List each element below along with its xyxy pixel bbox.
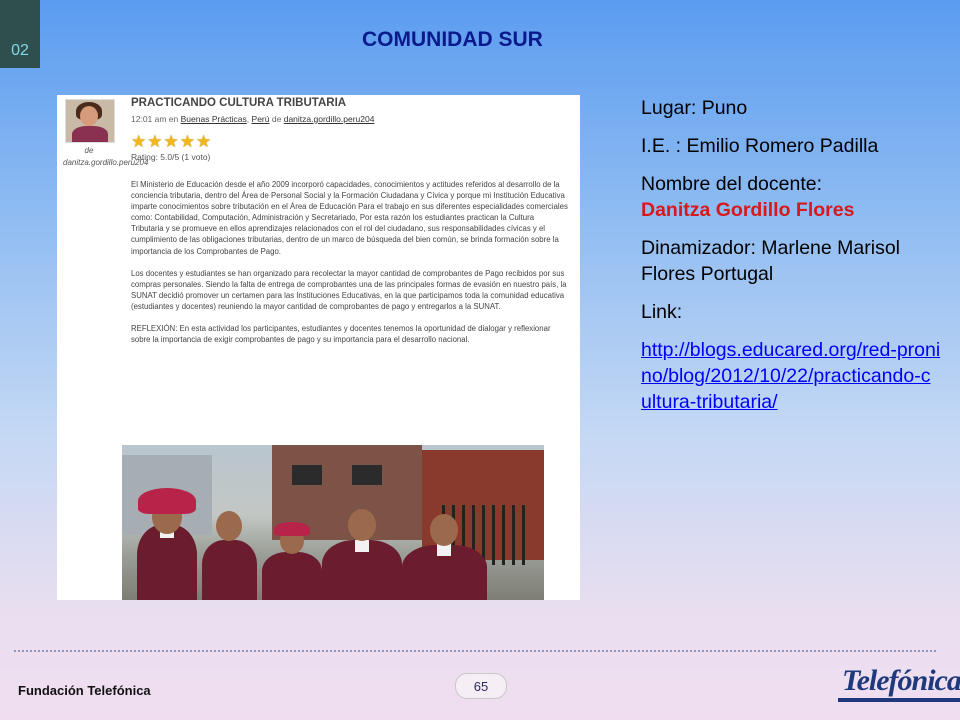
author-link[interactable]: danitza.gordillo.peru204	[284, 114, 375, 124]
link-label: Link:	[641, 301, 683, 323]
location-text: Lugar: Puno	[641, 97, 748, 119]
author-caption: de danitza.gordillo.peru204	[63, 146, 149, 167]
students-photo	[122, 445, 544, 600]
category-link-1[interactable]: Buenas Prácticas	[181, 114, 247, 124]
star-icon[interactable]: ★	[196, 133, 211, 150]
post-time: 12:01 am en	[131, 114, 179, 124]
blog-link[interactable]: http://blogs.educared.org/red-pronino/bl…	[641, 339, 940, 413]
teacher-name: Danitza Gordillo Flores	[641, 199, 855, 221]
post-body: El Ministerio de Educación desde el año …	[131, 179, 568, 356]
post-paragraph: El Ministerio de Educación desde el año …	[131, 180, 568, 256]
post-title: PRACTICANDO CULTURA TRIBUTARIA	[131, 97, 347, 109]
telefonica-logo: Telefónica	[838, 666, 960, 702]
footer-organization: Fundación Telefónica	[18, 683, 151, 698]
category-link-2[interactable]: Perú	[252, 114, 270, 124]
star-icon[interactable]: ★	[180, 133, 195, 150]
star-icon[interactable]: ★	[131, 133, 146, 150]
facilitator-text: Dinamizador: Marlene Marisol Flores Port…	[641, 237, 901, 285]
school-text: I.E. : Emilio Romero Padilla	[641, 135, 879, 157]
blog-post-screenshot: de danitza.gordillo.peru204 PRACTICANDO …	[57, 95, 580, 600]
project-info: Lugar: Puno I.E. : Emilio Romero Padilla…	[641, 95, 941, 427]
post-paragraph: Los docentes y estudiantes se han organi…	[131, 268, 567, 311]
post-paragraph: REFLEXIÓN: En esta actividad los partici…	[131, 324, 551, 345]
star-icon[interactable]: ★	[164, 133, 179, 150]
teacher-block: Nombre del docente: Danitza Gordillo Flo…	[641, 171, 941, 223]
rating-stars[interactable]: ★ ★ ★ ★ ★	[131, 133, 211, 150]
rating-text: Rating: 5.0/5 (1 voto)	[131, 152, 211, 162]
meta-de: de	[271, 114, 282, 124]
post-meta: 12:01 am en Buenas Prácticas, Perú de da…	[131, 114, 375, 124]
footer-divider	[14, 650, 936, 652]
teacher-label: Nombre del docente:	[641, 173, 823, 195]
page-number: 65	[455, 673, 507, 699]
slide-number: 02	[0, 0, 40, 68]
author-avatar	[65, 99, 115, 143]
slide-title: COMUNIDAD SUR	[362, 28, 543, 51]
star-icon[interactable]: ★	[147, 133, 162, 150]
